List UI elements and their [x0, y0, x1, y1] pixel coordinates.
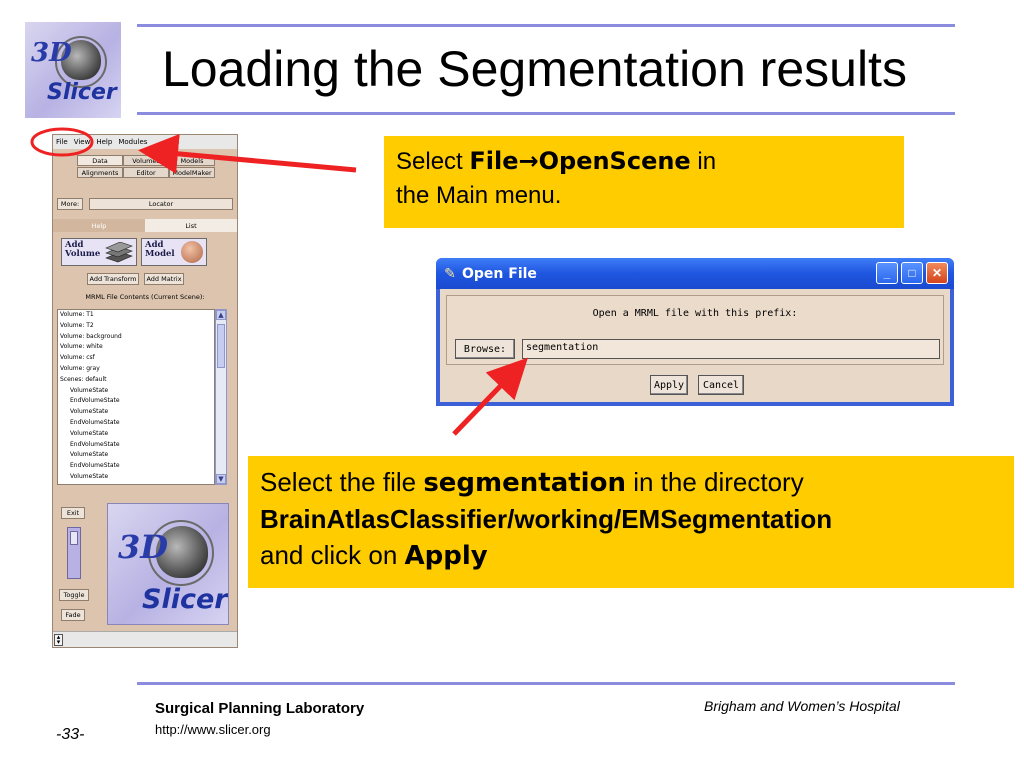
callout2-file: segmentation [423, 468, 626, 498]
minimize-icon[interactable]: _ [876, 262, 898, 284]
scroll-down-icon[interactable]: ▼ [216, 474, 226, 484]
prefix-input[interactable]: segmentation [522, 339, 940, 359]
more-row: More: Locator [57, 198, 235, 210]
callout1-mid: in [690, 148, 717, 175]
tab-help[interactable]: Help [53, 219, 145, 232]
browse-button[interactable]: Browse: [455, 339, 515, 359]
callout1-pre: Select [396, 148, 470, 175]
mrml-contents-label: MRML File Contents (Current Scene): [85, 293, 205, 301]
tab-list[interactable]: List [145, 219, 237, 232]
callout2-apply: Apply [404, 541, 488, 571]
apply-button[interactable]: Apply [650, 375, 688, 395]
slide-title: Loading the Segmentation results [162, 41, 907, 97]
title-rule [137, 112, 955, 115]
callout1-arrow-icon: → [518, 147, 539, 175]
add-volume-button[interactable]: Add Volume [61, 238, 137, 266]
mrml-list-item[interactable]: VolumeState [58, 407, 214, 418]
instruction-callout-2: Select the file segmentation in the dire… [248, 456, 1014, 588]
list-scrollbar[interactable]: ▲ ▼ [215, 309, 227, 485]
slicer-menubar: File View Help Modules [53, 135, 237, 149]
tab-models[interactable]: Models [169, 155, 215, 166]
help-list-tabs: Help List [53, 219, 237, 232]
slicer-bottom-bar: ▴ ▾ [53, 631, 237, 647]
cancel-button[interactable]: Cancel [698, 375, 744, 395]
header-top-rule [137, 24, 955, 27]
fade-slider[interactable] [67, 527, 81, 579]
window-controls: _ □ ✕ [876, 262, 948, 284]
module-tabs-row1: Data Volumes Models [77, 155, 215, 166]
callout1-file: File [469, 147, 519, 175]
callout2-path: BrainAtlasClassifier/working/EMSegmentat… [260, 504, 833, 534]
menu-modules[interactable]: Modules [118, 138, 147, 146]
add-transform-button[interactable]: Add Transform [87, 273, 139, 285]
mrml-list-item[interactable]: Scenes: default [58, 375, 214, 386]
head-model-icon [181, 241, 203, 263]
tab-volumes[interactable]: Volumes [123, 155, 169, 166]
exit-button[interactable]: Exit [61, 507, 85, 519]
scroll-up-icon[interactable]: ▲ [216, 310, 226, 320]
mrml-list-item[interactable]: VolumeState [58, 472, 214, 483]
maximize-icon[interactable]: □ [901, 262, 923, 284]
tab-alignments[interactable]: Alignments [77, 167, 123, 178]
slicer-logo-large: 3D Slicer [107, 503, 229, 625]
callout2-line3-pre: and click on [260, 540, 405, 570]
logo-3d-text: 3D [31, 38, 72, 68]
page-number: -33- [56, 726, 85, 743]
dialog-frame: Open a MRML file with this prefix: Brows… [446, 295, 944, 365]
mrml-list-item[interactable]: VolumeState [58, 386, 214, 397]
feather-icon: ✎ [444, 265, 456, 281]
add-matrix-button[interactable]: Add Matrix [144, 273, 184, 285]
open-file-dialog: ✎ Open File _ □ ✕ Open a MRML file with … [436, 258, 954, 406]
spinner-icon[interactable]: ▴ ▾ [54, 634, 63, 646]
mrml-list-item[interactable]: EndVolumeState [58, 418, 214, 429]
mrml-list-item[interactable]: Volume: csf [58, 353, 214, 364]
fade-button[interactable]: Fade [61, 609, 85, 621]
module-tabs-row2: Alignments Editor ModelMaker [77, 167, 215, 178]
more-button[interactable]: More: [57, 198, 83, 210]
footer-url: http://www.slicer.org [155, 722, 271, 737]
dialog-prompt: Open a MRML file with this prefix: [592, 308, 798, 319]
logo-3d-text: 3D [118, 528, 169, 566]
scroll-thumb[interactable] [217, 324, 225, 368]
instruction-callout-1: Select File→OpenScene in the Main menu. [384, 136, 904, 228]
dialog-titlebar[interactable]: ✎ Open File _ □ ✕ [436, 258, 954, 289]
mrml-contents-list[interactable]: Volume: T1 Volume: T2 Volume: background Vo… [57, 309, 215, 485]
toggle-button[interactable]: Toggle [59, 589, 89, 601]
callout2-pre: Select the file [260, 467, 424, 497]
menu-view[interactable]: View [74, 138, 91, 146]
footer-rule [137, 682, 955, 685]
tab-editor[interactable]: Editor [123, 167, 169, 178]
callout1-openscene: OpenScene [538, 147, 691, 175]
menu-help[interactable]: Help [96, 138, 112, 146]
close-icon[interactable]: ✕ [926, 262, 948, 284]
mrml-list-item[interactable]: VolumeState [58, 450, 214, 461]
callout1-line2: the Main menu. [396, 182, 562, 209]
mrml-list-item[interactable]: EndVolumeState [58, 396, 214, 407]
fade-slider-knob[interactable] [70, 531, 78, 545]
mrml-list-item[interactable]: Volume: T1 [58, 310, 214, 321]
locator-button[interactable]: Locator [89, 198, 233, 210]
callout2-post: in the directory [625, 467, 804, 497]
mrml-list-item[interactable]: Volume: gray [58, 364, 214, 375]
transform-row: Add Transform Add Matrix [87, 273, 184, 285]
footer-hospital: Brigham and Women’s Hospital [704, 698, 900, 714]
mrml-list-item[interactable]: Volume: background [58, 332, 214, 343]
tab-modelmaker[interactable]: ModelMaker [169, 167, 215, 178]
menu-file[interactable]: File [56, 138, 68, 146]
mrml-list-item[interactable]: VolumeState [58, 429, 214, 440]
logo-slicer-text: Slicer [142, 584, 228, 615]
dialog-body: Open a MRML file with this prefix: Brows… [440, 289, 950, 402]
footer-lab-name: Surgical Planning Laboratory [155, 700, 365, 717]
add-model-button[interactable]: Add Model [141, 238, 207, 266]
dialog-title: Open File [462, 265, 537, 282]
slicer-logo-small: 3D Slicer [25, 22, 121, 118]
mrml-list-item[interactable]: Volume: T2 [58, 321, 214, 332]
volume-stack-icon [105, 242, 133, 263]
logo-slicer-text: Slicer [47, 80, 117, 105]
mrml-list-item[interactable]: EndVolumeState [58, 461, 214, 472]
slicer-main-window: File View Help Modules Data Volumes Mode… [52, 134, 238, 648]
tab-data[interactable]: Data [77, 155, 123, 166]
mrml-list-item[interactable]: EndVolumeState [58, 440, 214, 451]
mrml-list-item[interactable]: Volume: white [58, 342, 214, 353]
